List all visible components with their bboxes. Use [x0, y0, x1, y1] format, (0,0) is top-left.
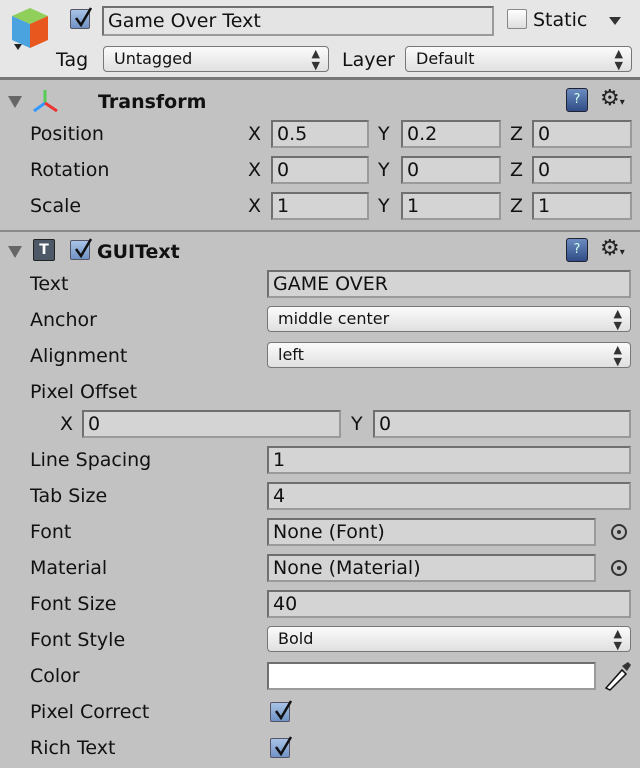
color-label: Color — [30, 665, 80, 687]
object-picker-icon[interactable] — [611, 524, 627, 540]
help-book-icon[interactable]: ? — [566, 238, 588, 262]
font-object-field[interactable]: None (Font) — [267, 518, 596, 546]
rotation-y-input[interactable]: 0 — [401, 156, 501, 184]
guitext-enabled-checkbox[interactable] — [70, 238, 93, 260]
rotation-label: Rotation — [30, 159, 110, 181]
eyedropper-icon[interactable] — [602, 660, 632, 692]
position-z-input[interactable]: 0 — [532, 120, 632, 148]
rich-text-label: Rich Text — [30, 737, 116, 759]
anchor-dropdown[interactable]: middle center ▲ ▼ — [267, 306, 631, 332]
pixel-offset-y-input[interactable]: 0 — [373, 410, 631, 438]
scale-y-input[interactable]: 1 — [401, 192, 501, 220]
updown-arrow-icon: ▲ ▼ — [311, 47, 320, 72]
component-divider — [0, 230, 640, 232]
layer-dropdown[interactable]: Default ▲ ▼ — [405, 46, 632, 72]
active-checkbox[interactable] — [70, 7, 93, 29]
material-object-field[interactable]: None (Material) — [267, 554, 596, 582]
position-x-input[interactable]: 0.5 — [271, 120, 369, 148]
axis-z-label[interactable]: Z — [510, 158, 523, 182]
static-label: Static — [533, 9, 588, 31]
pixel-correct-checkbox[interactable] — [270, 700, 293, 722]
updown-arrow-icon: ▲ ▼ — [613, 343, 622, 368]
alignment-dropdown[interactable]: left ▲ ▼ — [267, 342, 631, 368]
gear-icon[interactable]: ⚙▾ — [600, 238, 625, 264]
static-dropdown-icon[interactable] — [609, 17, 621, 25]
line-spacing-label: Line Spacing — [30, 449, 152, 471]
layer-value: Default — [416, 49, 475, 68]
gameobject-name-input[interactable]: Game Over Text — [102, 6, 494, 36]
material-label: Material — [30, 557, 108, 579]
axis-z-label[interactable]: Z — [510, 194, 523, 218]
tag-value: Untagged — [114, 49, 193, 68]
updown-arrow-icon: ▲ ▼ — [613, 307, 622, 332]
axis-y-label[interactable]: Y — [378, 194, 390, 218]
pixel-offset-x-input[interactable]: 0 — [82, 410, 341, 438]
pixel-correct-label: Pixel Correct — [30, 701, 150, 723]
axis-y-label[interactable]: Y — [378, 122, 390, 146]
guitext-component-icon: T — [33, 239, 55, 261]
font-label: Font — [30, 521, 72, 543]
font-size-label: Font Size — [30, 593, 117, 615]
transform-foldout-icon[interactable] — [8, 96, 22, 108]
position-label: Position — [30, 123, 104, 145]
offset-y-label[interactable]: Y — [351, 412, 363, 436]
font-size-input[interactable]: 40 — [267, 590, 631, 618]
gear-icon[interactable]: ⚙▾ — [600, 88, 625, 114]
scale-z-input[interactable]: 1 — [532, 192, 632, 220]
anchor-label: Anchor — [30, 309, 97, 331]
axis-x-label[interactable]: X — [248, 158, 261, 182]
rich-text-checkbox[interactable] — [270, 736, 293, 758]
tab-size-label: Tab Size — [30, 485, 108, 507]
tag-label: Tag — [56, 49, 89, 71]
static-checkbox[interactable] — [507, 9, 527, 29]
line-spacing-input[interactable]: 1 — [267, 446, 631, 474]
updown-arrow-icon: ▲ ▼ — [614, 47, 623, 72]
axis-y-label[interactable]: Y — [378, 158, 390, 182]
position-y-input[interactable]: 0.2 — [401, 120, 501, 148]
layer-label: Layer — [342, 49, 395, 71]
rotation-z-input[interactable]: 0 — [532, 156, 632, 184]
transform-title: Transform — [98, 91, 207, 113]
alignment-value: left — [278, 345, 304, 364]
gameobject-cube-icon[interactable] — [6, 6, 54, 54]
help-book-icon[interactable]: ? — [566, 88, 588, 112]
text-label: Text — [30, 273, 69, 295]
tag-dropdown[interactable]: Untagged ▲ ▼ — [103, 46, 329, 72]
pixel-offset-label: Pixel Offset — [30, 381, 138, 403]
text-input[interactable]: GAME OVER — [267, 270, 631, 298]
object-picker-icon[interactable] — [611, 560, 627, 576]
guitext-foldout-icon[interactable] — [8, 246, 22, 258]
font-style-dropdown[interactable]: Bold ▲ ▼ — [267, 626, 631, 652]
tab-size-input[interactable]: 4 — [267, 482, 631, 510]
axis-z-label[interactable]: Z — [510, 122, 523, 146]
font-style-label: Font Style — [30, 629, 126, 651]
updown-arrow-icon: ▲ ▼ — [613, 627, 622, 652]
scale-x-input[interactable]: 1 — [271, 192, 369, 220]
offset-x-label[interactable]: X — [60, 412, 73, 436]
alignment-label: Alignment — [30, 345, 128, 367]
transform-axes-icon — [33, 90, 58, 113]
guitext-title: GUIText — [97, 241, 180, 263]
rotation-x-input[interactable]: 0 — [271, 156, 369, 184]
color-swatch[interactable] — [267, 662, 596, 690]
axis-x-label[interactable]: X — [248, 122, 261, 146]
font-style-value: Bold — [278, 629, 314, 648]
axis-x-label[interactable]: X — [248, 194, 261, 218]
scale-label: Scale — [30, 195, 82, 217]
anchor-value: middle center — [278, 309, 390, 328]
